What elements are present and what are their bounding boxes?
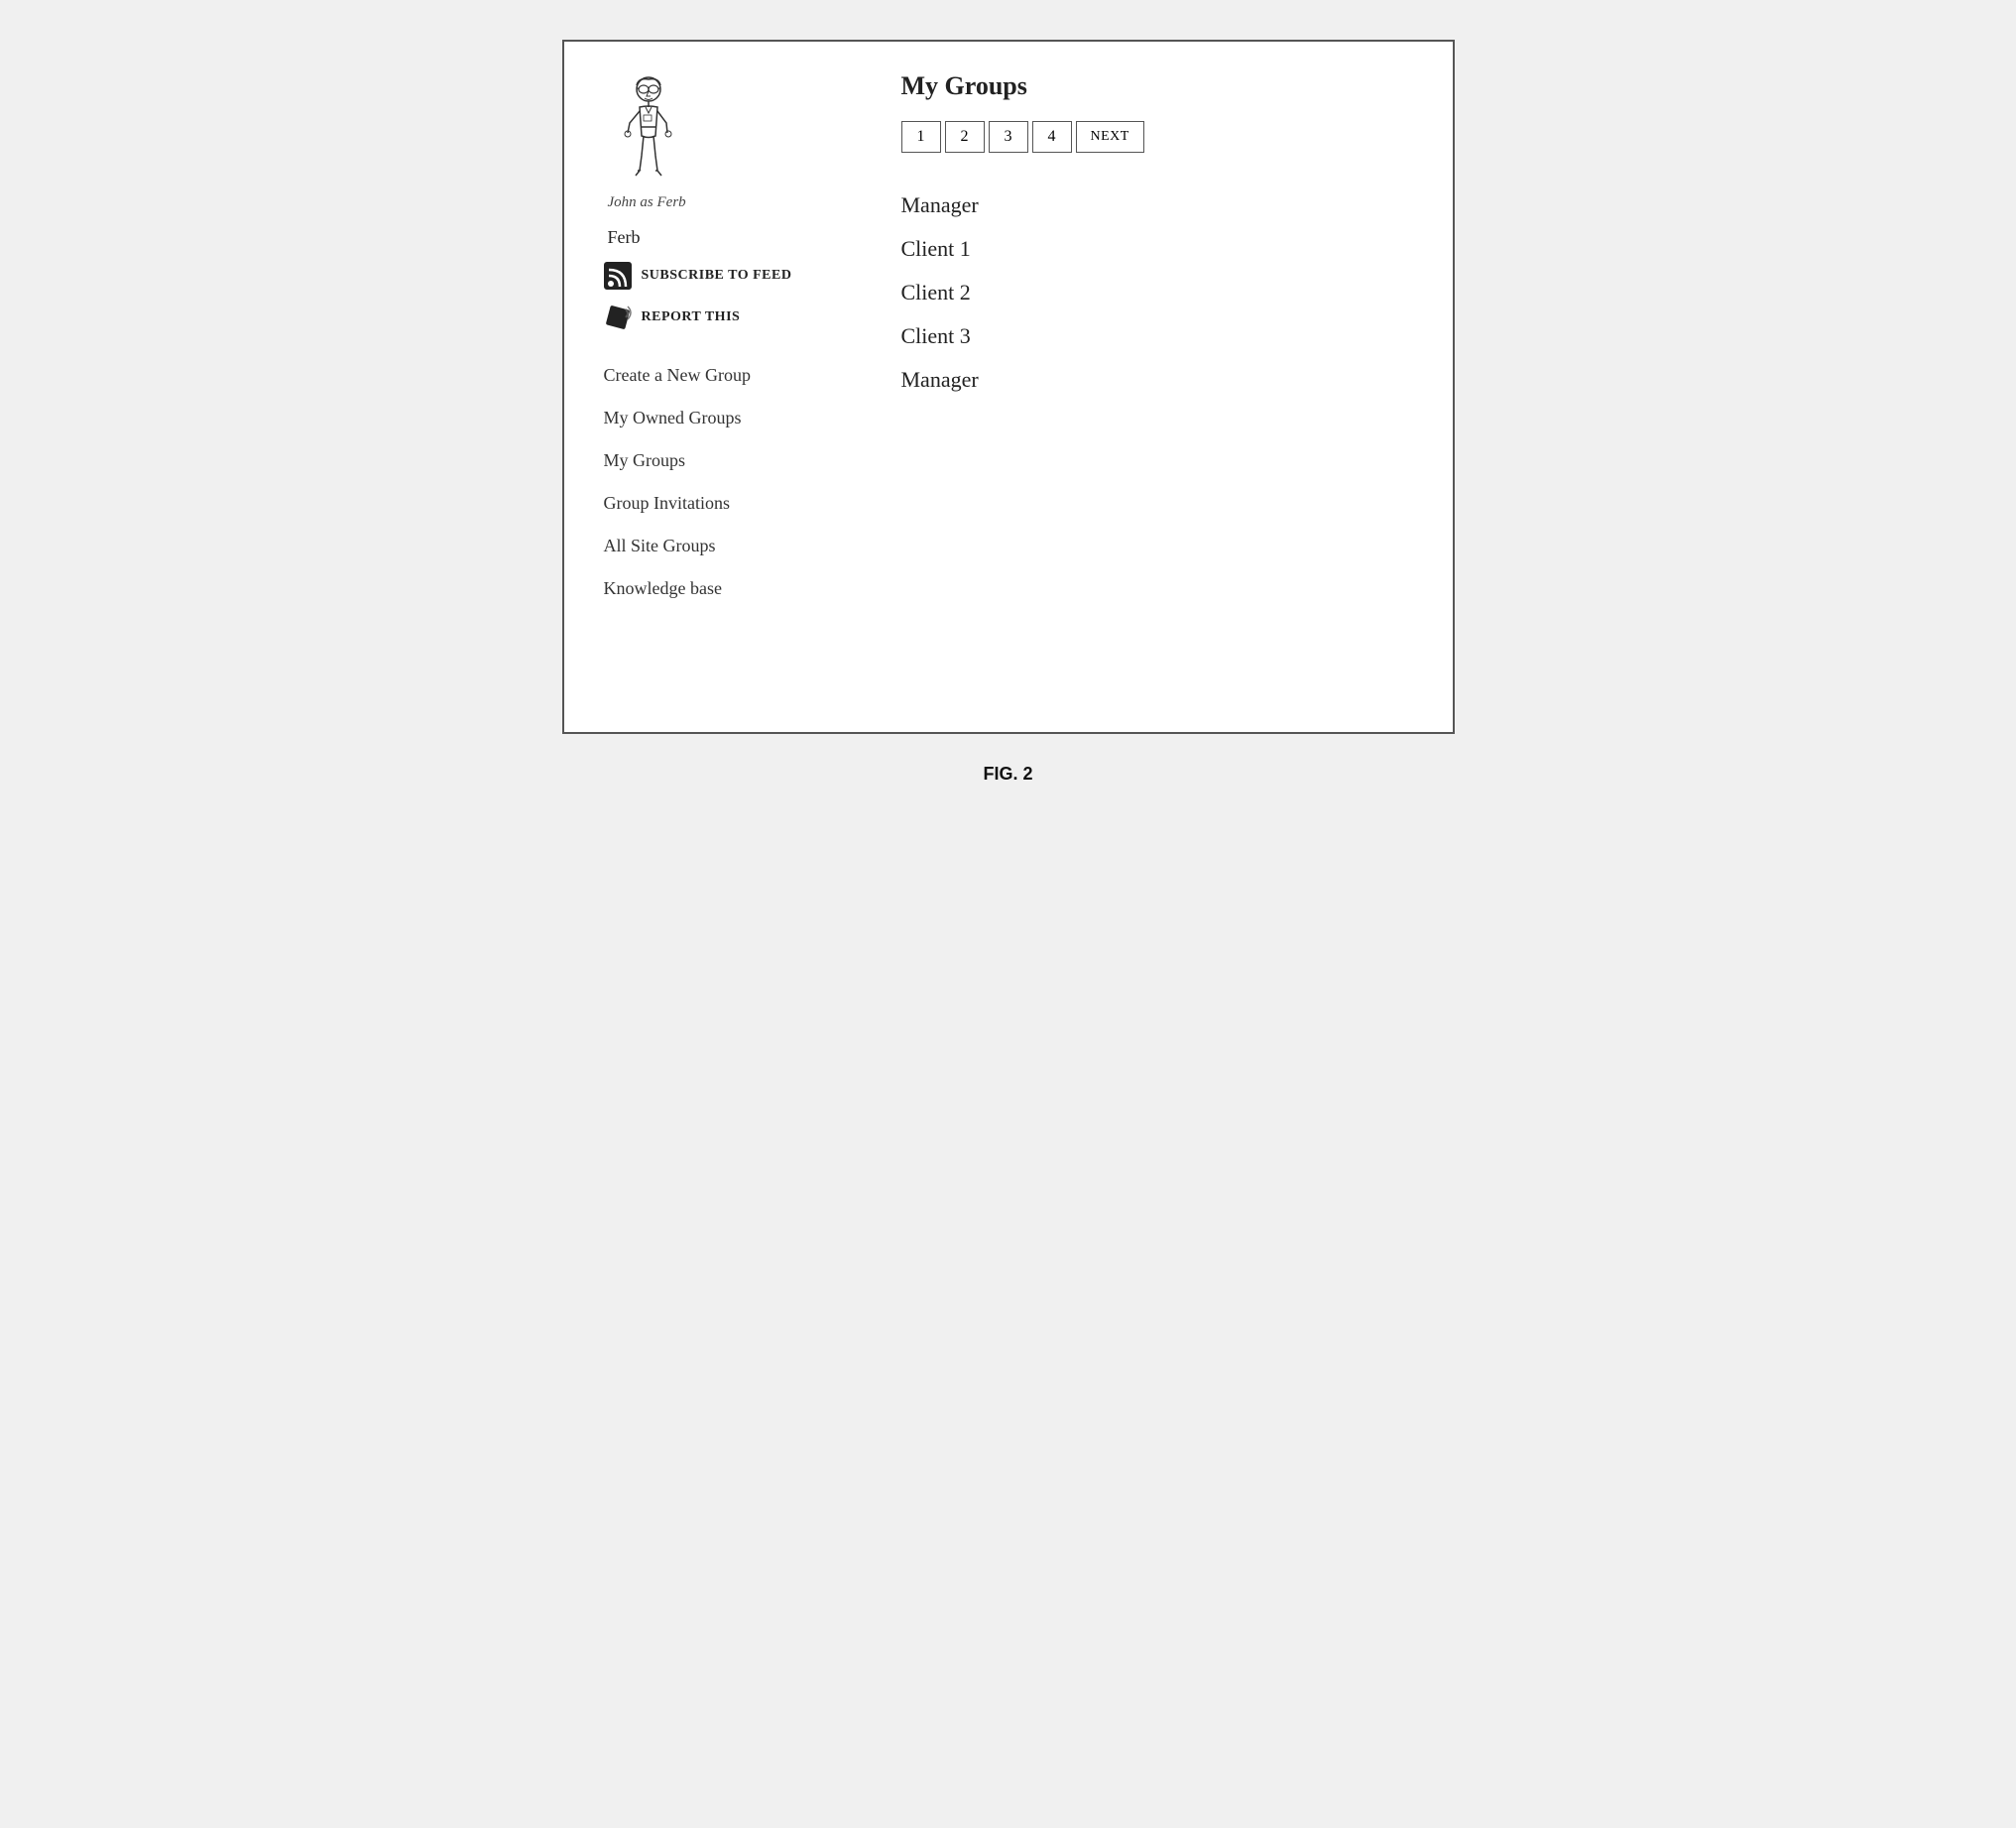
main-content: My Groups 1 2 3 4 NEXT Manager Client 1 … (862, 71, 1413, 682)
nav-all-site-groups[interactable]: All Site Groups (604, 524, 842, 566)
page-btn-4[interactable]: 4 (1032, 121, 1072, 153)
group-item-manager-2[interactable]: Manager (901, 357, 1413, 401)
report-this-button[interactable]: REPORT THIS (604, 304, 842, 331)
report-icon (604, 304, 632, 331)
character-svg (604, 71, 693, 190)
rss-icon (604, 262, 632, 290)
character-name: Ferb (608, 227, 641, 248)
page-btn-1[interactable]: 1 (901, 121, 941, 153)
nav-knowledge-base[interactable]: Knowledge base (604, 566, 842, 609)
subscribe-label: SUBSCRIBE TO FEED (642, 268, 792, 284)
subscribe-feed-button[interactable]: SUBSCRIBE TO FEED (604, 262, 842, 290)
nav-links: Create a New Group My Owned Groups My Gr… (604, 353, 842, 609)
nav-my-owned-groups[interactable]: My Owned Groups (604, 396, 842, 438)
avatar-figure (604, 71, 693, 190)
group-item-manager-1[interactable]: Manager (901, 183, 1413, 226)
group-item-client-1[interactable]: Client 1 (901, 226, 1413, 270)
group-item-client-3[interactable]: Client 3 (901, 313, 1413, 357)
nav-my-groups[interactable]: My Groups (604, 438, 842, 481)
pagination: 1 2 3 4 NEXT (901, 121, 1413, 153)
sidebar: John as Ferb Ferb SUBSCRIBE TO FEED (604, 71, 862, 682)
nav-group-invitations[interactable]: Group Invitations (604, 481, 842, 524)
figure-caption: FIG. 2 (983, 764, 1032, 785)
page-title: My Groups (901, 71, 1413, 101)
group-item-client-2[interactable]: Client 2 (901, 270, 1413, 313)
page-btn-next[interactable]: NEXT (1076, 121, 1144, 153)
page-btn-3[interactable]: 3 (989, 121, 1028, 153)
main-box: John as Ferb Ferb SUBSCRIBE TO FEED (562, 40, 1455, 734)
report-label: REPORT THIS (642, 309, 741, 325)
page-wrapper: John as Ferb Ferb SUBSCRIBE TO FEED (562, 40, 1455, 785)
page-btn-2[interactable]: 2 (945, 121, 985, 153)
groups-list: Manager Client 1 Client 2 Client 3 Manag… (901, 183, 1413, 401)
avatar-section: John as Ferb Ferb (604, 71, 842, 254)
nav-create-new-group[interactable]: Create a New Group (604, 353, 842, 396)
character-subtitle: John as Ferb (608, 194, 686, 211)
